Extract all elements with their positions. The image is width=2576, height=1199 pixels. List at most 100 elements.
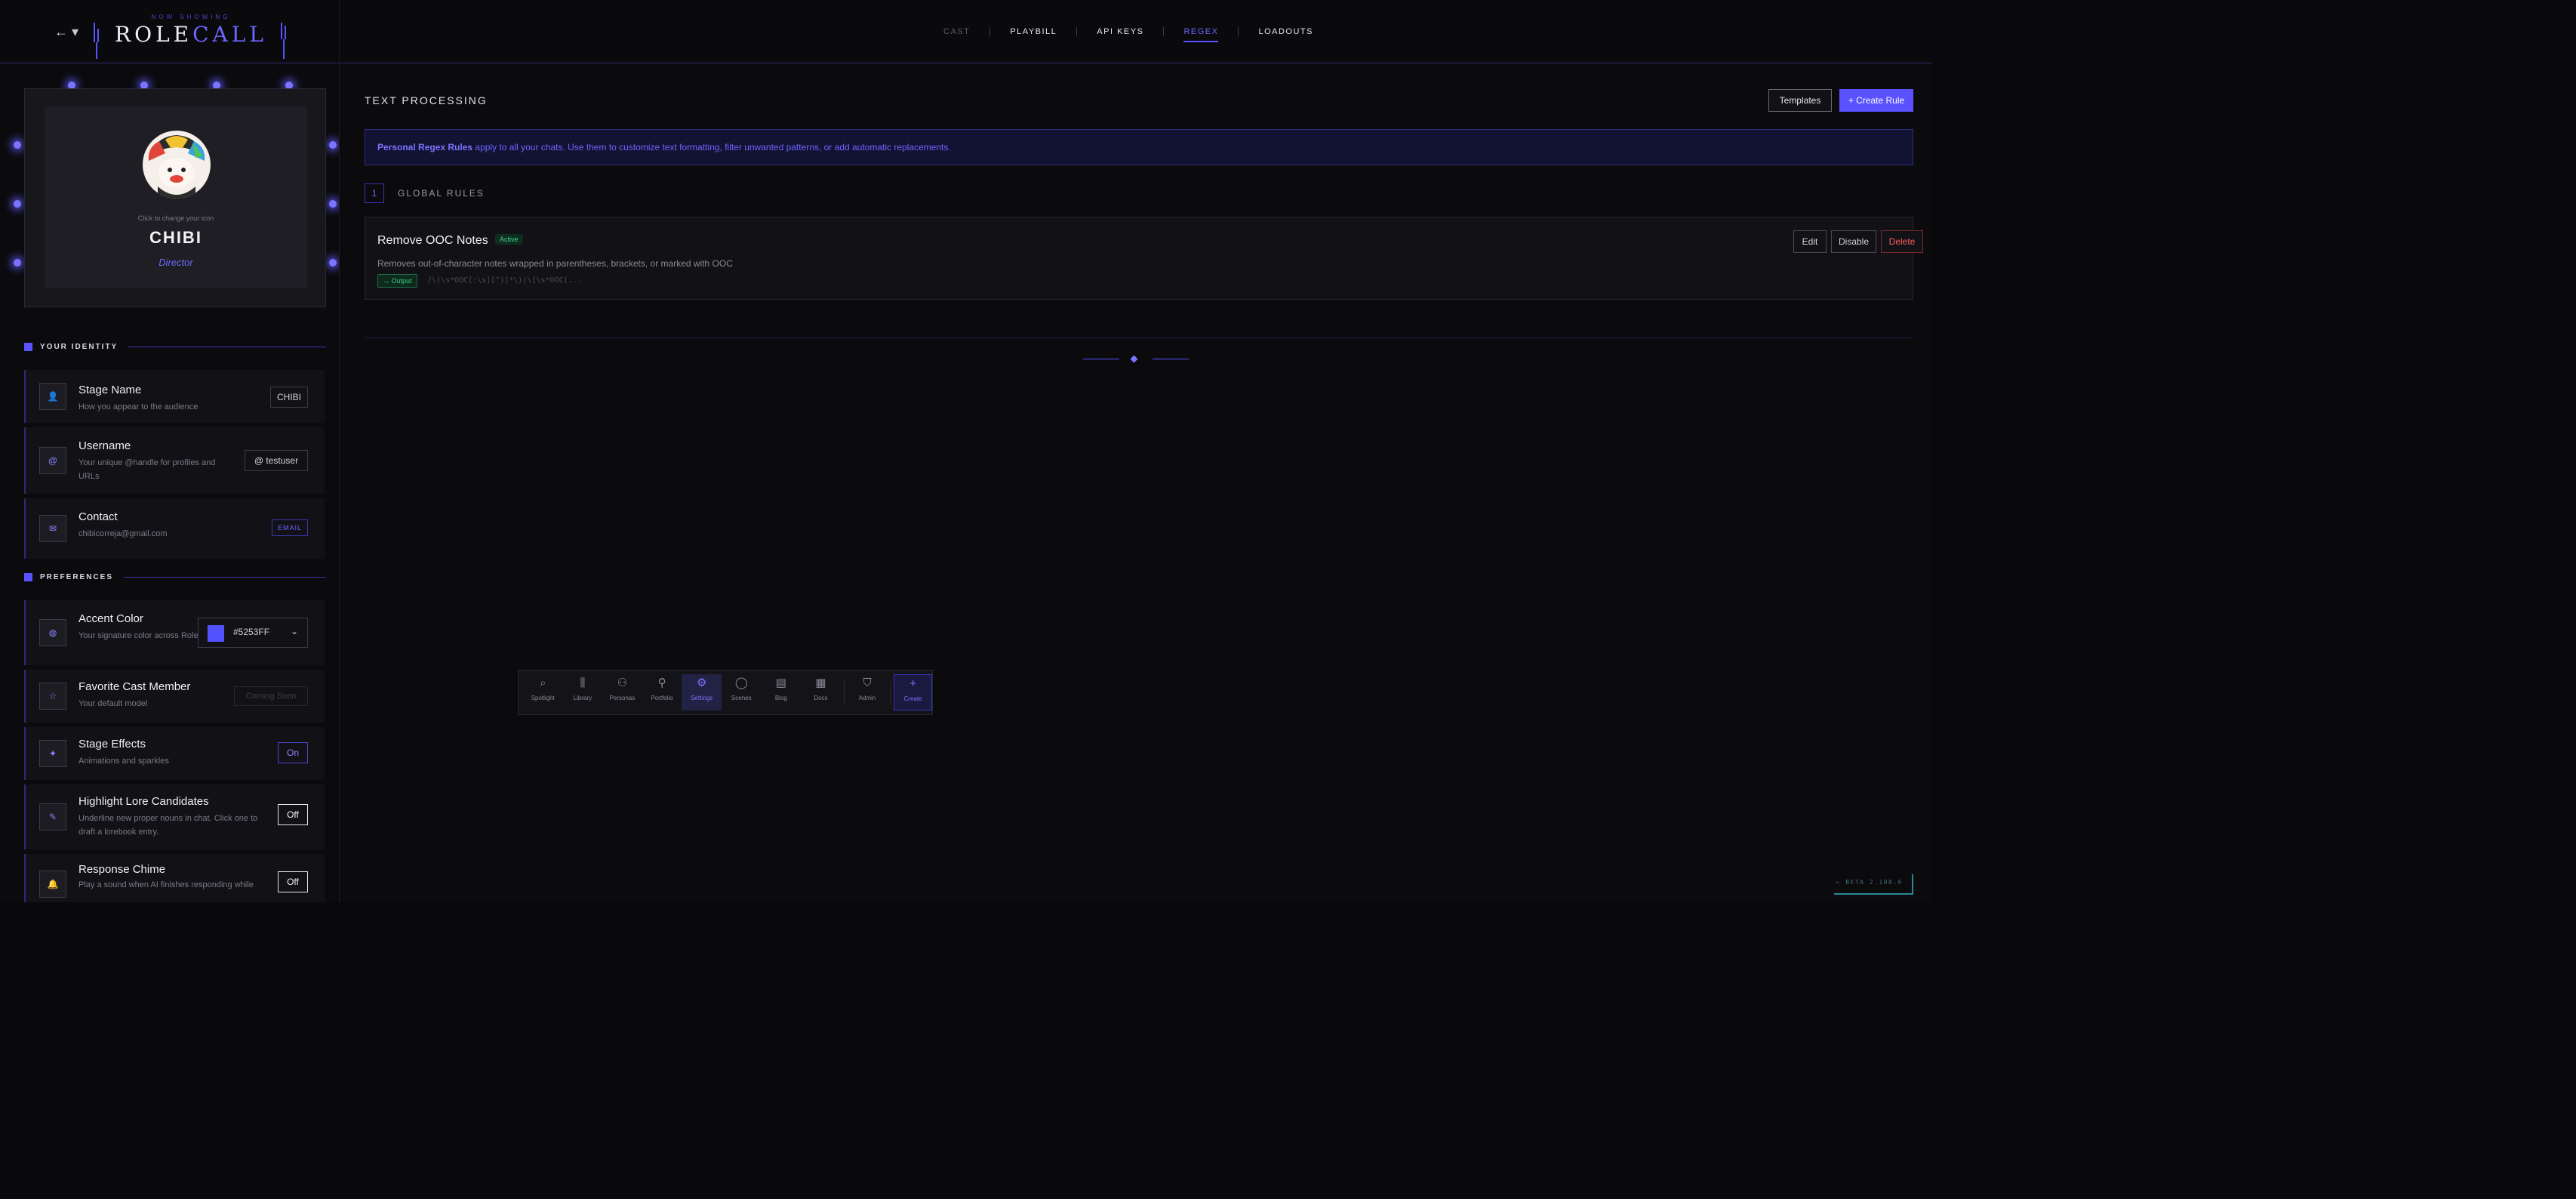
page-title: TEXT PROCESSING [365,94,488,106]
setting-description: Underline new proper nouns in chat. Clic… [78,814,258,837]
profile-role: Director [158,257,193,268]
person-icon: ⚲ [657,677,666,689]
arrow-left-icon: ← ▾ [54,24,79,39]
chat-bubble-icon: ◯ [734,677,748,689]
create-rule-button[interactable]: + Create Rule [1839,89,1913,112]
dock-portfolio[interactable]: ⚲ Portfolio [642,674,682,710]
at-icon: @ [39,447,66,474]
global-rules-label: GLOBAL RULES [398,188,485,199]
edit-rule-button[interactable]: Edit [1793,230,1827,253]
marquee-light [14,141,21,149]
main-content: TEXT PROCESSING Templates + Create Rule … [340,64,1932,902]
stage-name-input[interactable]: CHIBI [270,387,308,408]
nav-separator [1163,27,1165,36]
setting-favorite-cast: ☆ Favorite Cast Member Your default mode… [24,670,325,723]
stage-effects-toggle[interactable]: On [278,742,308,763]
nav-loadouts[interactable]: LOADOUTS [1249,24,1322,39]
marquee-light [14,259,21,267]
output-tag: → Output [377,274,417,288]
app-window: ← ▾ NOW SHOWING ROLECALL CAST PLAYBILL A… [0,0,1932,902]
username-input[interactable]: @ testuser [245,450,308,471]
nav-separator [1076,27,1078,36]
dock-spotlight[interactable]: ⌕ Spotlight [523,674,563,710]
rule-title: Remove OOC Notes [377,234,488,247]
nav-api-keys[interactable]: API KEYS [1088,24,1153,39]
setting-highlight-lore: ✎ Highlight Lore Candidates Underline ne… [24,784,325,849]
setting-description: How you appear to the audience [78,402,199,411]
dock-blog[interactable]: ▤ Blog [762,674,802,710]
setting-title: Favorite Cast Member [78,680,191,693]
logo-bars-right [279,23,290,59]
dock-settings[interactable]: ⚙ Settings [682,674,722,710]
delete-rule-button[interactable]: Delete [1881,230,1923,253]
setting-title: Contact [78,510,118,523]
highlight-lore-toggle[interactable]: Off [278,804,308,825]
profile-card-inner: Click to change your icon CHIBI Director [45,107,307,288]
setting-title: Accent Color [78,612,143,625]
chevron-down-icon: ⌄ [290,626,298,636]
templates-button[interactable]: Templates [1768,89,1832,112]
avatar[interactable] [143,131,211,199]
logo-bars-left [92,23,103,59]
marquee-light [329,259,337,267]
setting-contact: ✉ Contact chibicorreja@gmail.com EMAIL [24,498,325,559]
star-icon: ☆ [39,683,66,710]
setting-title: Response Chime [78,863,166,876]
accent-color-value: #5253FF [233,627,270,637]
info-banner: Personal Regex Rules apply to all your c… [365,129,1913,165]
setting-accent-color: ◍ Accent Color Your signature color acro… [24,600,325,665]
section-divider [124,576,326,578]
users-icon: ⚇ [617,677,628,689]
marquee-light [329,200,337,208]
status-badge: Active [495,234,523,245]
section-title-text: PREFERENCES [40,572,114,581]
regex-rule-card: Remove OOC Notes Active Removes out-of-c… [365,217,1923,300]
setting-description: Your unique @handle for profiles and URL… [78,458,216,481]
dock-library[interactable]: ⫼ Library [563,674,603,710]
dock-separator [890,680,891,704]
dock-personas[interactable]: ⚇ Personas [602,674,642,710]
divider-ornament [1083,355,1189,364]
accent-color-picker[interactable]: #5253FF ⌄ [198,618,308,648]
banner-text: apply to all your chats. Use them to cus… [472,142,951,153]
dock-create[interactable]: + Create [894,674,933,710]
gear-icon: ⚙ [696,677,707,689]
document-icon: ▦ [815,677,826,689]
section-marker [24,342,32,351]
disable-rule-button[interactable]: Disable [1831,230,1876,253]
back-button[interactable]: ← ▾ [54,23,82,41]
profile-name: CHIBI [149,228,202,247]
plus-icon: + [909,677,917,690]
dock-admin[interactable]: ⛉ Admin [848,674,888,710]
profile-sidebar: Click to change your icon CHIBI Director… [0,64,340,902]
bell-icon: 🔔 [39,871,66,898]
dock-scenes[interactable]: ◯ Scenes [722,674,762,710]
mail-icon: ✉ [39,515,66,542]
nav-regex[interactable]: REGEX [1174,24,1227,42]
rolecall-logo[interactable]: NOW SHOWING ROLECALL [92,14,290,59]
setting-response-chime: 🔔 Response Chime Play a sound when AI fi… [24,854,325,902]
marquee-light [329,141,337,149]
newspaper-icon: ▤ [775,677,786,689]
section-title-text: YOUR IDENTITY [40,342,118,351]
nav-playbill[interactable]: PLAYBILL [1001,24,1066,39]
setting-title: Stage Effects [78,738,146,751]
avatar-image [143,131,210,199]
setting-stage-effects: ✦ Stage Effects Animations and sparkles … [24,727,325,780]
rule-pattern: /\(\s*OOC[:\s][^)]*\)|\[\s*OOC[... [427,276,582,285]
response-chime-toggle[interactable]: Off [278,871,308,892]
highlighter-icon: ✎ [39,803,66,831]
rule-description: Removes out-of-character notes wrapped i… [377,258,733,269]
dock-docs[interactable]: ▦ Docs [801,674,841,710]
change-icon-hint: Click to change your icon [137,214,214,222]
setting-username: @ Username Your unique @handle for profi… [24,427,325,494]
logo-wordmark: ROLECALL [115,22,267,47]
section-preferences: PREFERENCES [24,572,326,582]
setting-title: Highlight Lore Candidates [78,795,209,808]
setting-description: Play a sound when AI finishes responding… [78,880,254,889]
top-header: ← ▾ NOW SHOWING ROLECALL CAST PLAYBILL A… [0,0,1932,63]
nav-separator [1238,27,1239,36]
nav-cast[interactable]: CAST [934,24,979,39]
search-icon: ⌕ [540,677,546,689]
setting-title: Stage Name [78,384,142,396]
